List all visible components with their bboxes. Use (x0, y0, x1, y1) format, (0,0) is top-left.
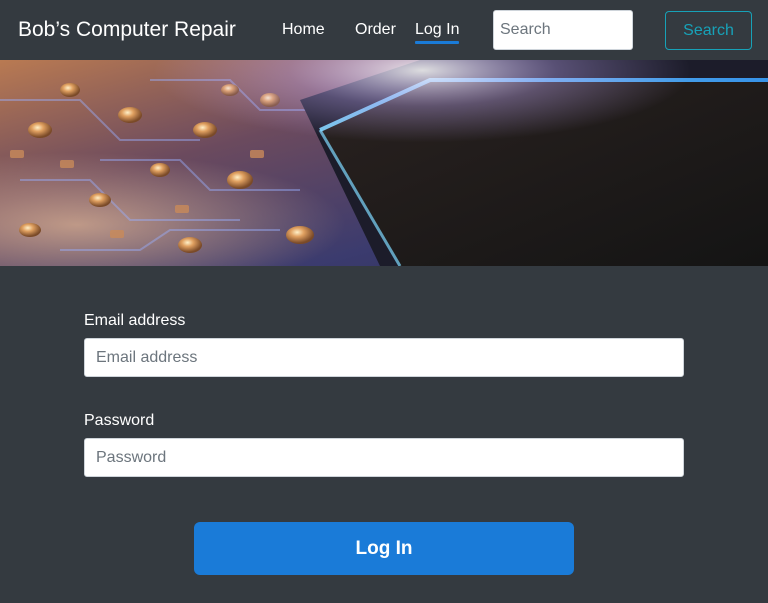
nav-link-order[interactable]: Order (355, 19, 396, 41)
email-label: Email address (84, 312, 186, 329)
log-in-button[interactable]: Log In (194, 522, 574, 575)
password-label: Password (84, 412, 155, 429)
nav-link-log-in[interactable]: Log In (415, 19, 459, 41)
brand-logo-text[interactable]: Bob’s Computer Repair (18, 15, 236, 45)
search-input[interactable] (493, 10, 633, 50)
hero-banner (0, 60, 768, 266)
active-nav-indicator (415, 41, 459, 44)
email-field[interactable] (84, 338, 684, 377)
search-button[interactable]: Search (665, 11, 752, 50)
navbar: Bob’s Computer Repair Home Order Log In … (0, 0, 768, 60)
nav-link-home[interactable]: Home (282, 19, 325, 41)
password-field[interactable] (84, 438, 684, 477)
circuit-board-image (0, 60, 768, 266)
